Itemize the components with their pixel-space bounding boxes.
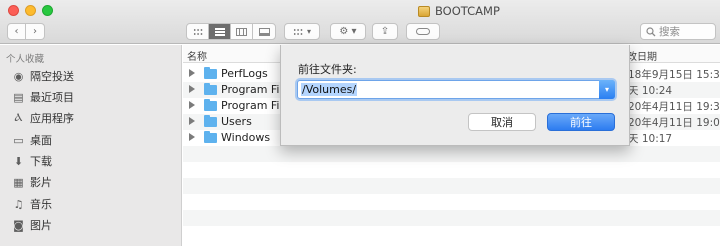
- forward-button[interactable]: ›: [26, 23, 45, 40]
- sidebar-item-movies[interactable]: ▦ 影片: [12, 173, 52, 191]
- chevron-down-icon: ▾: [306, 27, 311, 36]
- sidebar-item-label: 隔空投送: [30, 70, 74, 83]
- sidebar-item-downloads[interactable]: ⬇ 下载: [12, 152, 52, 170]
- airdrop-icon: ◉: [13, 69, 24, 83]
- back-button[interactable]: ‹: [7, 23, 26, 40]
- downloads-icon: ⬇: [13, 154, 24, 168]
- sidebar-item-label: 桌面: [30, 134, 52, 147]
- group-by-button[interactable]: ▾: [284, 23, 320, 40]
- disclosure-triangle-icon[interactable]: [189, 101, 195, 109]
- sidebar-item-music[interactable]: ♫ 音乐: [12, 195, 52, 213]
- folder-icon: [204, 83, 217, 95]
- sidebar-item-applications[interactable]: Ⲁ 应用程序: [12, 109, 74, 127]
- window-title: BOOTCAMP: [418, 4, 500, 18]
- close-window-button[interactable]: [8, 5, 19, 16]
- empty-row: [183, 178, 720, 194]
- column-header-date[interactable]: 改日期: [627, 48, 657, 63]
- row-date: 18年9月15日 15:33: [628, 69, 720, 81]
- window-toolbar: BOOTCAMP ‹ › ▾ ⚙ ▾ ⇪ 搜索: [0, 0, 720, 44]
- list-view-icon: [214, 27, 225, 36]
- search-placeholder: 搜索: [659, 26, 680, 38]
- group-grid-icon: [292, 27, 303, 36]
- sidebar-item-label: 图片: [30, 219, 52, 232]
- movies-icon: ▦: [13, 175, 24, 189]
- sidebar-item-label: 影片: [30, 176, 52, 189]
- row-date: 20年4月11日 19:36: [628, 101, 720, 113]
- action-menu-button[interactable]: ⚙ ▾: [330, 23, 366, 40]
- go-to-folder-dialog: 前往文件夹: /Volumes/ ▾ 取消 前往: [280, 45, 630, 146]
- row-name: PerfLogs: [221, 67, 268, 80]
- dialog-label: 前往文件夹:: [298, 63, 357, 76]
- column-header-name[interactable]: 名称: [187, 48, 207, 63]
- tags-button[interactable]: [406, 23, 440, 40]
- view-mode-segmented-control[interactable]: [186, 23, 276, 40]
- row-date: 20年4月11日 19:07: [628, 117, 720, 129]
- sidebar-item-label: 音乐: [30, 198, 52, 211]
- icon-view-icon: [192, 27, 203, 36]
- tag-icon: [416, 28, 430, 35]
- go-button[interactable]: 前往: [547, 113, 615, 131]
- sidebar-item-pictures[interactable]: ◙ 图片: [12, 216, 52, 234]
- sidebar-item-desktop[interactable]: ▭ 桌面: [12, 131, 52, 149]
- icon-view-button[interactable]: [187, 24, 209, 39]
- pictures-icon: ◙: [13, 218, 24, 232]
- sidebar-item-recents[interactable]: ▤ 最近项目: [12, 88, 74, 106]
- folder-icon: [204, 131, 217, 143]
- window-title-text: BOOTCAMP: [435, 4, 500, 18]
- empty-row: [183, 226, 720, 242]
- chevron-right-icon: ›: [33, 26, 37, 37]
- sidebar-section-favorites: 个人收藏: [6, 54, 45, 65]
- list-view-button[interactable]: [209, 24, 231, 39]
- chevron-down-icon[interactable]: ▾: [599, 80, 615, 99]
- share-button[interactable]: ⇪: [372, 23, 398, 40]
- disclosure-triangle-icon[interactable]: [189, 85, 195, 93]
- empty-row: [183, 146, 720, 162]
- sidebar: 个人收藏 ◉ 隔空投送 ▤ 最近项目 Ⲁ 应用程序 ▭ 桌面 ⬇ 下载 ▦ 影片…: [0, 45, 182, 246]
- folder-icon: [204, 67, 217, 79]
- row-date: 天 10:17: [628, 133, 673, 145]
- folder-icon: [204, 99, 217, 111]
- disclosure-triangle-icon[interactable]: [189, 69, 195, 77]
- chevron-left-icon: ‹: [14, 26, 19, 37]
- sidebar-item-label: 应用程序: [30, 112, 74, 125]
- row-name: Windows: [221, 131, 271, 144]
- gallery-view-icon: [258, 27, 270, 36]
- applications-icon: Ⲁ: [14, 111, 23, 124]
- empty-row: [183, 162, 720, 178]
- music-icon: ♫: [13, 197, 24, 211]
- column-view-button[interactable]: [231, 24, 253, 39]
- zoom-window-button[interactable]: [42, 5, 53, 16]
- empty-row: [183, 210, 720, 226]
- row-date: 天 10:24: [628, 85, 673, 97]
- folder-path-combobox[interactable]: /Volumes/ ▾: [297, 80, 615, 99]
- sidebar-item-label: 最近项目: [30, 91, 74, 104]
- drive-icon: [418, 5, 430, 17]
- disclosure-triangle-icon[interactable]: [189, 133, 195, 141]
- column-view-icon: [236, 27, 247, 36]
- minimize-window-button[interactable]: [25, 5, 36, 16]
- gallery-view-button[interactable]: [253, 24, 275, 39]
- share-icon: ⇪: [380, 26, 390, 37]
- row-name: Users: [221, 115, 252, 128]
- sidebar-item-airdrop[interactable]: ◉ 隔空投送: [12, 67, 74, 85]
- search-field[interactable]: 搜索: [640, 23, 716, 40]
- folder-path-input[interactable]: /Volumes/: [301, 83, 358, 96]
- desktop-icon: ▭: [13, 133, 24, 147]
- empty-row: [183, 194, 720, 210]
- folder-icon: [204, 115, 217, 127]
- cancel-button[interactable]: 取消: [468, 113, 536, 131]
- disclosure-triangle-icon[interactable]: [189, 117, 195, 125]
- search-icon: [646, 26, 656, 36]
- gear-icon: ⚙ ▾: [339, 26, 357, 37]
- recents-icon: ▤: [13, 90, 24, 104]
- sidebar-item-label: 下载: [30, 155, 52, 168]
